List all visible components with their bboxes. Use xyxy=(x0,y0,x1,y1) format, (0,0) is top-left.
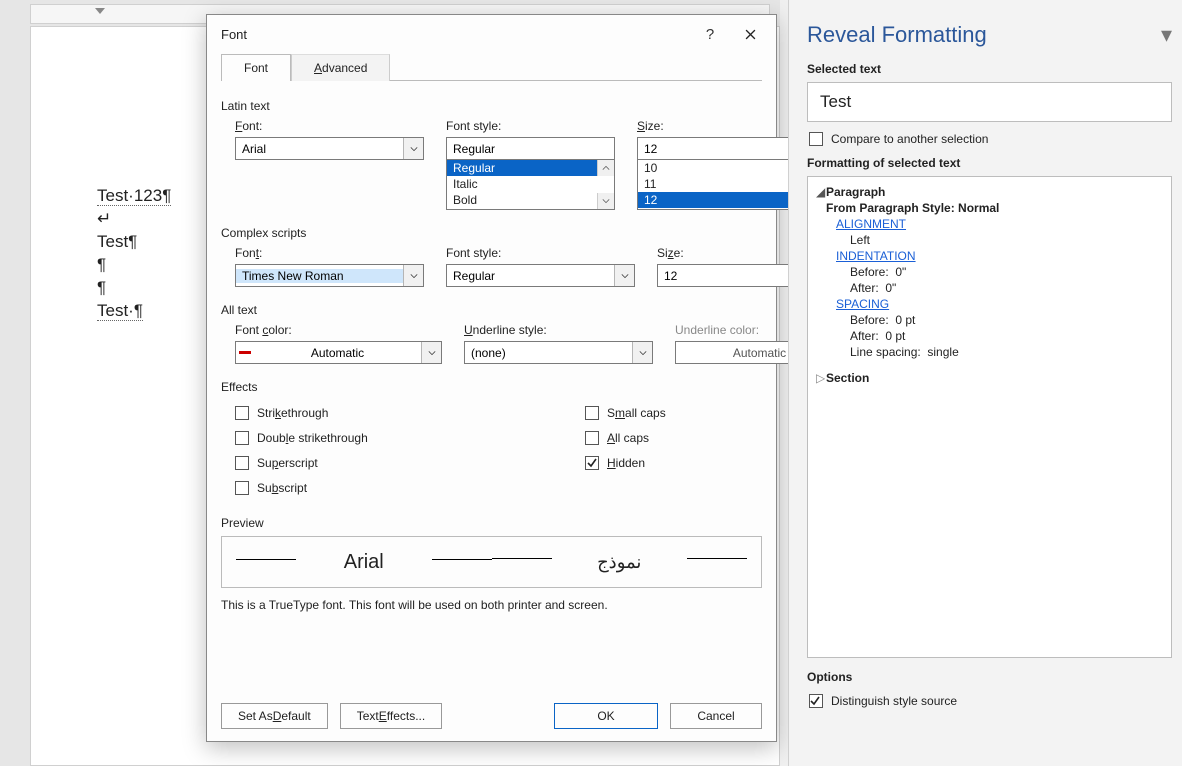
formatting-label: Formatting of selected text xyxy=(807,156,1172,170)
tab-font[interactable]: Font xyxy=(221,54,291,81)
tree-alignment-link[interactable]: ALIGNMENT xyxy=(836,217,906,231)
font-color-combo[interactable] xyxy=(235,341,442,364)
section-effects: Effects xyxy=(221,380,762,394)
ok-button[interactable]: OK xyxy=(554,703,658,729)
reveal-formatting-panel: Reveal Formatting ▾ Selected text Test C… xyxy=(788,0,1182,766)
latin-style-combo[interactable] xyxy=(446,137,615,160)
complex-style-input[interactable] xyxy=(447,269,614,283)
tree-from-style: From Paragraph Style: Normal xyxy=(826,201,1163,215)
list-item[interactable]: Regular xyxy=(447,160,597,176)
doc-line[interactable]: ¶ xyxy=(97,254,171,277)
checkbox-double-strikethrough[interactable]: Double strikethrough xyxy=(235,425,535,450)
tree-line-spacing: Line spacing: single xyxy=(850,345,1163,359)
list-item[interactable]: Bold xyxy=(447,192,597,208)
label-size: Size: xyxy=(637,119,806,133)
chevron-down-icon[interactable] xyxy=(632,342,652,363)
panel-menu-icon[interactable]: ▾ xyxy=(1161,22,1172,48)
chevron-down-icon[interactable] xyxy=(614,265,634,286)
options-label: Options xyxy=(807,670,1172,684)
checkbox-distinguish-style[interactable]: Distinguish style source xyxy=(809,694,1170,708)
tree-indentation-link[interactable]: INDENTATION xyxy=(836,249,916,263)
chevron-down-icon[interactable] xyxy=(403,138,423,159)
tree-spacing-after: After: 0 pt xyxy=(850,329,1163,343)
chevron-down-icon[interactable] xyxy=(403,265,423,286)
dialog-title: Font xyxy=(221,27,690,42)
tree-alignment-val: Left xyxy=(850,233,1163,247)
latin-size-combo[interactable] xyxy=(637,137,806,160)
selected-text-value: Test xyxy=(807,82,1172,122)
dialog-buttons: Set As Default Text Effects... OK Cancel xyxy=(221,703,762,729)
preview-box: Arial نموذج xyxy=(221,536,762,588)
cancel-button[interactable]: Cancel xyxy=(670,703,762,729)
doc-line[interactable]: ↵ xyxy=(97,208,171,231)
doc-line[interactable]: Test¶ xyxy=(97,231,171,254)
label-complex-style: Font style: xyxy=(446,246,635,260)
font-dialog: Font ? Font Advanced Latin text Font: Fo xyxy=(206,14,777,742)
section-complex: Complex scripts xyxy=(221,226,762,240)
doc-line[interactable]: ¶ xyxy=(97,277,171,300)
label-font-style: Font style: xyxy=(446,119,615,133)
underline-style-combo[interactable] xyxy=(464,341,653,364)
complex-style-combo[interactable] xyxy=(446,264,635,287)
label-complex-font: Font: xyxy=(235,246,424,260)
preview-arabic-sample: نموذج xyxy=(597,552,641,573)
complex-font-input[interactable] xyxy=(236,269,403,283)
tree-indent-before: Before: 0" xyxy=(850,265,1163,279)
close-button[interactable] xyxy=(730,19,770,49)
preview-latin-sample: Arial xyxy=(344,551,384,574)
font-color-input[interactable] xyxy=(254,346,421,360)
latin-size-input[interactable] xyxy=(638,142,805,156)
checkbox-hidden[interactable]: Hidden xyxy=(585,450,762,475)
tree-spacing-before: Before: 0 pt xyxy=(850,313,1163,327)
latin-style-listbox[interactable]: Regular Italic Bold xyxy=(446,160,615,210)
checkbox-all-caps[interactable]: All caps xyxy=(585,425,762,450)
panel-title: Reveal Formatting ▾ xyxy=(807,22,1172,48)
checkbox-small-caps[interactable]: Small caps xyxy=(585,400,762,425)
section-latin: Latin text xyxy=(221,99,762,113)
checkbox-compare-selection[interactable]: Compare to another selection xyxy=(809,132,1170,146)
tree-paragraph[interactable]: Paragraph xyxy=(826,185,885,199)
section-preview: Preview xyxy=(221,516,762,530)
label-underline-style: Underline style: xyxy=(464,323,653,337)
tree-indent-after: After: 0" xyxy=(850,281,1163,295)
doc-line[interactable]: Test·123¶ xyxy=(97,186,171,206)
preview-hint: This is a TrueType font. This font will … xyxy=(221,598,762,612)
scroll-down-icon[interactable] xyxy=(597,193,614,209)
latin-font-input[interactable] xyxy=(236,142,403,156)
doc-line[interactable]: Test·¶ xyxy=(97,301,143,321)
list-item[interactable]: Italic xyxy=(447,176,597,192)
dialog-titlebar[interactable]: Font ? xyxy=(207,15,776,53)
tree-spacing-link[interactable]: SPACING xyxy=(836,297,889,311)
scroll-up-icon[interactable] xyxy=(597,160,614,176)
list-item[interactable]: 10 xyxy=(638,160,788,176)
underline-style-input[interactable] xyxy=(465,346,632,360)
tab-advanced[interactable]: Advanced xyxy=(291,54,390,81)
latin-style-input[interactable] xyxy=(447,142,614,156)
selected-text-label: Selected text xyxy=(807,62,1172,76)
text-effects-button[interactable]: Text Effects... xyxy=(340,703,443,729)
list-item[interactable]: 12 xyxy=(638,192,788,208)
checkbox-superscript[interactable]: Superscript xyxy=(235,450,535,475)
help-button[interactable]: ? xyxy=(690,19,730,49)
section-all-text: All text xyxy=(221,303,762,317)
tree-section[interactable]: Section xyxy=(826,371,869,385)
list-item[interactable]: 11 xyxy=(638,176,788,192)
document-body[interactable]: Test·123¶ ↵ Test¶ ¶ ¶ Test·¶ xyxy=(97,185,171,323)
tab-body: Latin text Font: Font style: xyxy=(221,80,762,612)
checkbox-strikethrough[interactable]: Strikethrough xyxy=(235,400,535,425)
set-default-button[interactable]: Set As Default xyxy=(221,703,328,729)
chevron-down-icon[interactable] xyxy=(421,342,441,363)
label-font-color: Font color: xyxy=(235,323,442,337)
label-font: Font: xyxy=(235,119,424,133)
formatting-tree[interactable]: ◢Paragraph From Paragraph Style: Normal … xyxy=(807,176,1172,658)
dialog-tabs: Font Advanced xyxy=(221,53,762,80)
complex-font-combo[interactable] xyxy=(235,264,424,287)
checkbox-subscript[interactable]: Subscript xyxy=(235,475,535,500)
latin-font-combo[interactable] xyxy=(235,137,424,160)
latin-size-listbox[interactable]: 10 11 12 xyxy=(637,160,806,210)
